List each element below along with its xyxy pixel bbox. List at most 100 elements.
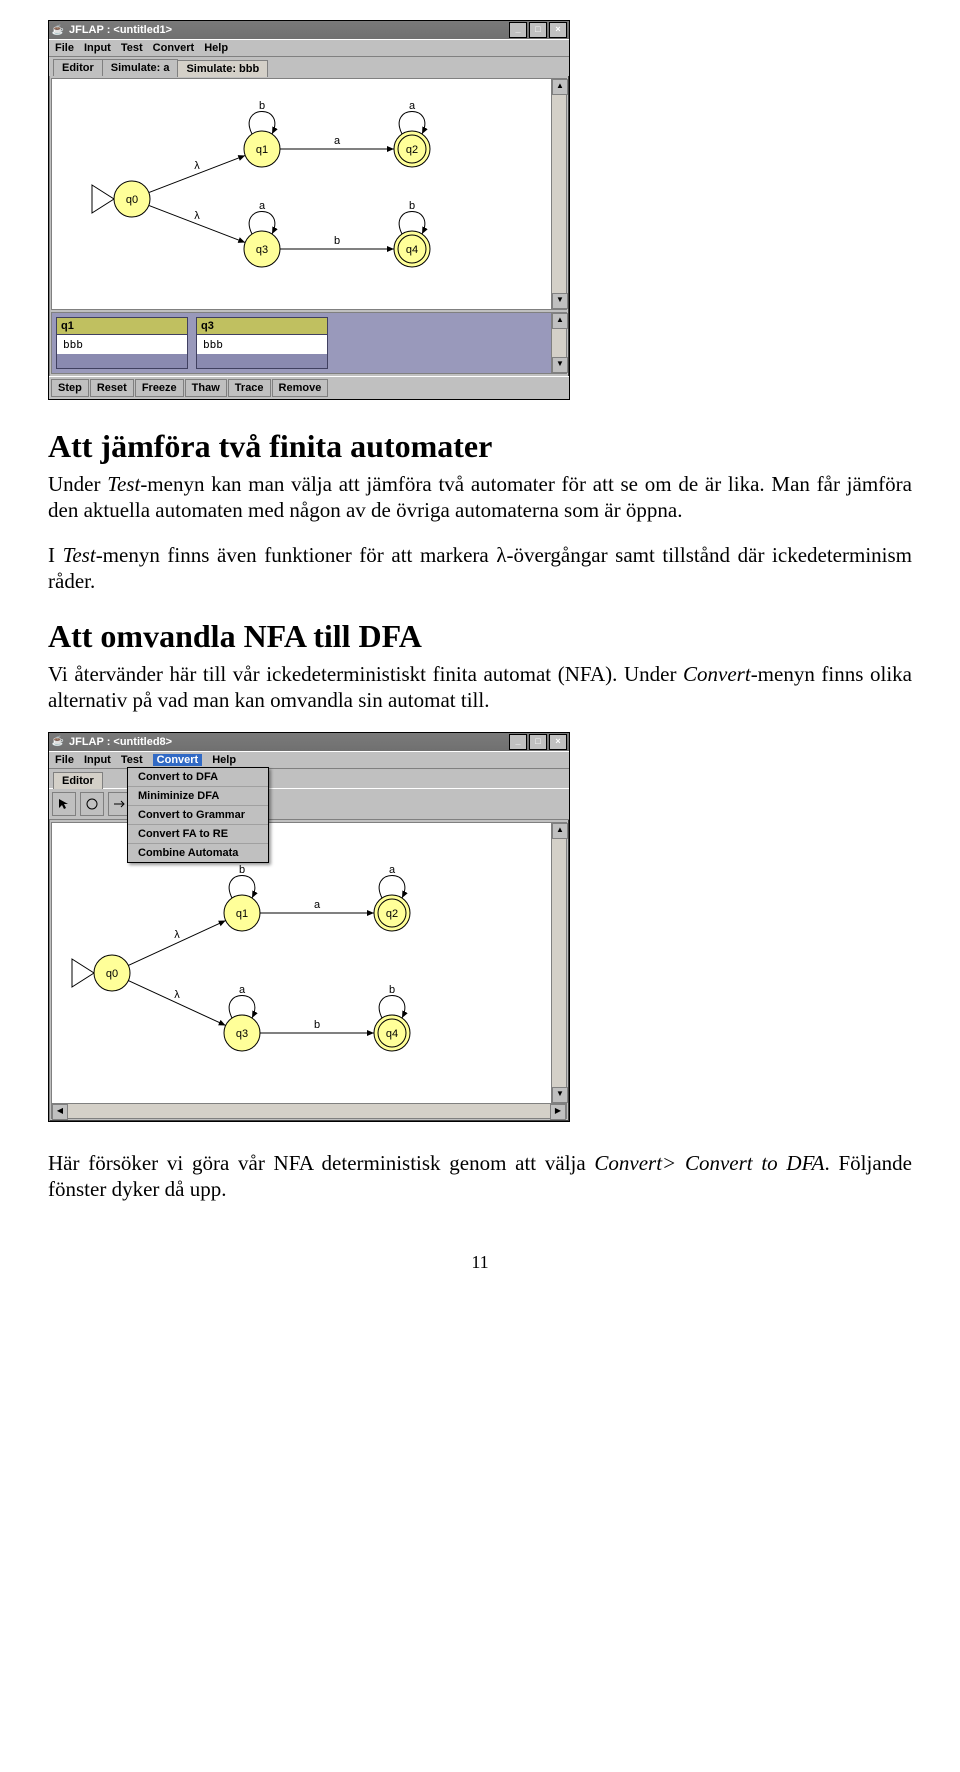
scroll-up-icon[interactable]: ▲	[552, 313, 568, 329]
window-title: JFLAP : <untitled8>	[69, 736, 509, 748]
nfa-diagram: λλabbaabq0q1q2q3q4	[52, 79, 552, 309]
maximize-button[interactable]: □	[529, 22, 547, 38]
text-emphasis: Convert	[683, 662, 751, 686]
svg-text:b: b	[409, 200, 415, 212]
section1-para2: I Test-menyn finns även funktioner för a…	[48, 542, 912, 595]
scroll-down-icon[interactable]: ▼	[552, 357, 568, 373]
section-heading-compare: Att jämföra två finita automater	[48, 428, 912, 465]
maximize-button[interactable]: □	[529, 734, 547, 750]
config-state: q1	[57, 318, 187, 335]
config-tape: bbb	[57, 335, 187, 354]
titlebar[interactable]: ☕ JFLAP : <untitled1> _ □ ×	[49, 21, 569, 39]
section2-para1: Vi återvänder här till vår ickedetermini…	[48, 661, 912, 714]
dropdown-minimize-dfa[interactable]: Miniminize DFA	[128, 787, 268, 806]
text-fragment: -menyn finns även funktioner för att mar…	[48, 543, 912, 593]
jflap-window-convert: ☕ JFLAP : <untitled8> _ □ × File Input T…	[48, 732, 570, 1122]
scroll-up-icon[interactable]: ▲	[552, 79, 568, 95]
tab-simulate-bbb[interactable]: Simulate: bbb	[177, 60, 268, 77]
svg-text:b: b	[389, 984, 395, 996]
tab-editor[interactable]: Editor	[53, 59, 103, 76]
svg-text:a: a	[259, 200, 266, 212]
menu-file[interactable]: File	[55, 754, 74, 766]
svg-text:b: b	[314, 1019, 320, 1031]
text-emphasis: Test	[107, 472, 140, 496]
scrollbar-vertical[interactable]: ▲ ▼	[551, 313, 566, 373]
menu-input[interactable]: Input	[84, 42, 111, 54]
svg-text:λ: λ	[194, 210, 200, 222]
config-card-q1[interactable]: q1 bbb	[56, 317, 188, 369]
diagram-canvas[interactable]: λλabbaabq0q1q2q3q4 ▲ ▼	[52, 79, 566, 309]
scroll-left-icon[interactable]: ◀	[52, 1104, 68, 1120]
menu-help[interactable]: Help	[212, 754, 236, 766]
minimize-button[interactable]: _	[509, 22, 527, 38]
titlebar[interactable]: ☕ JFLAP : <untitled8> _ □ ×	[49, 733, 569, 751]
state-tool-icon[interactable]	[80, 792, 104, 816]
menubar: File Input Test Convert Help	[49, 39, 569, 57]
java-icon: ☕	[51, 23, 65, 37]
svg-text:λ: λ	[174, 989, 180, 1001]
scroll-down-icon[interactable]: ▼	[552, 293, 568, 309]
text-fragment: -menyn kan man välja att jämföra två aut…	[48, 472, 912, 522]
scroll-down-icon[interactable]: ▼	[552, 1087, 568, 1103]
section-heading-nfa-dfa: Att omvandla NFA till DFA	[48, 618, 912, 655]
dropdown-convert-fa-to-re[interactable]: Convert FA to RE	[128, 825, 268, 844]
config-card-q3[interactable]: q3 bbb	[196, 317, 328, 369]
svg-text:q3: q3	[236, 1028, 248, 1040]
dropdown-combine-automata[interactable]: Combine Automata	[128, 844, 268, 862]
close-button[interactable]: ×	[549, 22, 567, 38]
java-icon: ☕	[51, 735, 65, 749]
text-fragment: Under	[48, 472, 107, 496]
scrollbar-horizontal[interactable]: ◀ ▶	[52, 1103, 566, 1118]
text-emphasis: Convert> Convert to DFA	[594, 1151, 824, 1175]
scrollbar-vertical[interactable]: ▲ ▼	[551, 823, 566, 1103]
menu-convert[interactable]: Convert	[153, 42, 195, 54]
thaw-button[interactable]: Thaw	[185, 379, 227, 397]
section3-para: Här försöker vi göra vår NFA determinist…	[48, 1150, 912, 1203]
diagram-canvas-wrap: λλabbaabq0q1q2q3q4 ▲ ▼	[51, 78, 567, 310]
svg-text:λ: λ	[194, 160, 200, 172]
scrollbar-vertical[interactable]: ▲ ▼	[551, 79, 566, 309]
menu-test[interactable]: Test	[121, 754, 143, 766]
svg-text:b: b	[259, 100, 265, 112]
svg-text:a: a	[239, 984, 246, 996]
text-fragment: I	[48, 543, 63, 567]
reset-button[interactable]: Reset	[90, 379, 134, 397]
dropdown-convert-to-grammar[interactable]: Convert to Grammar	[128, 806, 268, 825]
svg-text:q0: q0	[106, 968, 118, 980]
config-state: q3	[197, 318, 327, 335]
trace-button[interactable]: Trace	[228, 379, 271, 397]
scroll-up-icon[interactable]: ▲	[552, 823, 568, 839]
diagram-canvas[interactable]: λλabbaabq0q1q2q3q4 ▲ ▼	[52, 823, 566, 1103]
tabbar: Editor Simulate: a Simulate: bbb	[49, 57, 569, 76]
nfa-diagram: λλabbaabq0q1q2q3q4	[52, 823, 552, 1103]
jflap-window-simulate: ☕ JFLAP : <untitled1> _ □ × File Input T…	[48, 20, 570, 400]
remove-button[interactable]: Remove	[272, 379, 329, 397]
svg-text:a: a	[389, 864, 396, 876]
svg-text:q1: q1	[236, 908, 248, 920]
svg-text:q2: q2	[386, 908, 398, 920]
tab-editor[interactable]: Editor	[53, 772, 103, 789]
svg-text:q1: q1	[256, 144, 268, 156]
diagram-canvas-wrap: λλabbaabq0q1q2q3q4 ▲ ▼ ◀ ▶	[51, 822, 567, 1119]
step-button[interactable]: Step	[51, 379, 89, 397]
menu-file[interactable]: File	[55, 42, 74, 54]
minimize-button[interactable]: _	[509, 734, 527, 750]
text-fragment: Vi återvänder här till vår ickedetermini…	[48, 662, 683, 686]
menu-test[interactable]: Test	[121, 42, 143, 54]
svg-text:q4: q4	[386, 1028, 398, 1040]
menu-convert[interactable]: Convert	[153, 754, 203, 766]
simulation-panel: q1 bbb q3 bbb ▲ ▼	[51, 312, 567, 374]
pointer-tool-icon[interactable]	[52, 792, 76, 816]
scroll-right-icon[interactable]: ▶	[550, 1104, 566, 1120]
section1-para1: Under Test-menyn kan man välja att jämfö…	[48, 471, 912, 524]
svg-text:λ: λ	[174, 929, 180, 941]
page-number: 11	[48, 1252, 912, 1273]
tab-simulate-a[interactable]: Simulate: a	[102, 59, 179, 76]
menu-input[interactable]: Input	[84, 754, 111, 766]
close-button[interactable]: ×	[549, 734, 567, 750]
svg-text:b: b	[334, 235, 340, 247]
dropdown-convert-to-dfa[interactable]: Convert to DFA	[128, 768, 268, 787]
freeze-button[interactable]: Freeze	[135, 379, 184, 397]
text-emphasis: Test	[63, 543, 96, 567]
menu-help[interactable]: Help	[204, 42, 228, 54]
